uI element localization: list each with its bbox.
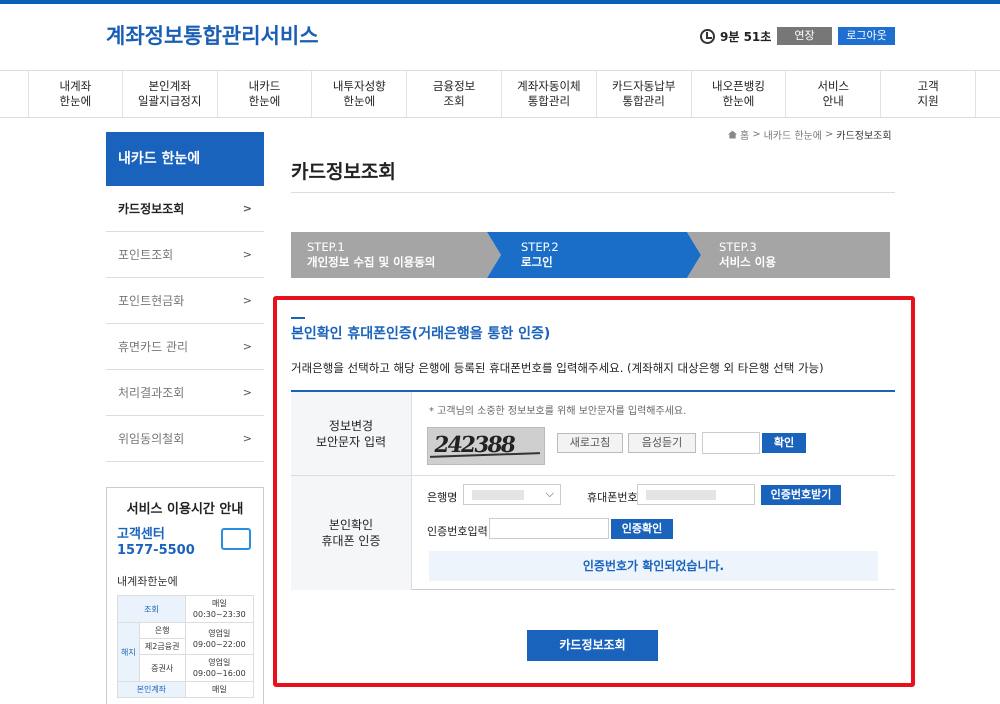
captcha-reload-button[interactable]: 새로고침: [557, 433, 623, 453]
table-cell: 은행: [138, 622, 186, 639]
chevron-right-icon: >: [242, 294, 252, 307]
step-label: 서비스 이용: [719, 255, 776, 269]
breadcrumb-home[interactable]: 홈: [740, 127, 749, 142]
gnb-item-card-auto-payment[interactable]: 카드자동납부 통합관리: [597, 71, 692, 117]
phone-input[interactable]: [637, 484, 755, 505]
service-hours-subtitle: 내계좌한눈에: [117, 575, 178, 588]
code-input[interactable]: [489, 518, 609, 539]
phone-auth-row-label: 본인확인 휴대폰 인증: [291, 476, 412, 590]
chevron-right-icon: >: [242, 386, 252, 399]
service-hours-box: 서비스 이용시간 안내 고객센터 1577-5500 내계좌한눈에 조회 매일 0…: [106, 487, 264, 704]
gnb-item-account-suspension[interactable]: 본인계좌 일괄지급정지: [123, 71, 218, 117]
masked-value: [472, 490, 524, 500]
side-nav-item-results[interactable]: 처리결과조회 >: [106, 370, 264, 416]
side-nav-item-label: 포인트조회: [118, 248, 174, 262]
table-cell: 영업일 09:00~22:00: [184, 622, 255, 655]
table-cell: 영업일 09:00~16:00: [184, 654, 255, 682]
side-nav-item-label: 처리결과조회: [118, 386, 185, 400]
step-number: STEP.1: [307, 240, 345, 254]
step-3: STEP.3 서비스 이용: [687, 232, 890, 278]
captcha-image: 242388: [427, 427, 545, 465]
side-nav-item-point-cash[interactable]: 포인트현금화 >: [106, 278, 264, 324]
service-hours-title: 서비스 이용시간 안내: [126, 502, 244, 517]
masked-value: [646, 490, 716, 500]
table-cell: 본인계좌: [117, 681, 186, 698]
side-nav-item-label: 휴면카드 관리: [118, 340, 189, 354]
side-nav-title: 내카드 한눈에: [106, 132, 264, 186]
gnb-item-my-accounts[interactable]: 내계좌 한눈에: [28, 71, 123, 117]
side-nav-item-card-info[interactable]: 카드정보조회 >: [106, 186, 264, 232]
table-cell: 조회: [117, 595, 186, 623]
side-nav: 내카드 한눈에 카드정보조회 > 포인트조회 > 포인트현금화 > 휴면카드 관…: [106, 132, 264, 462]
section-description: 거래은행을 선택하고 해당 은행에 등록된 휴대폰번호를 입력해주세요. (계좌…: [291, 361, 824, 375]
logout-button[interactable]: 로그아웃: [838, 27, 895, 45]
breadcrumb-level1[interactable]: 내카드 한눈에: [764, 127, 822, 142]
global-nav: 내계좌 한눈에 본인계좌 일괄지급정지 내카드 한눈에 내투자성향 한눈에 금융…: [0, 70, 1000, 118]
step-indicator: STEP.1 개인정보 수집 및 이용동의 STEP.2 로그인 STEP.3 …: [291, 232, 890, 278]
table-cell: 제2금융권: [138, 638, 186, 655]
side-nav-item-label: 포인트현금화: [118, 294, 185, 308]
home-icon[interactable]: [728, 130, 737, 139]
extend-session-button[interactable]: 연장: [777, 27, 832, 45]
table-cell: 증권사: [138, 654, 186, 682]
chevron-right-icon: >: [242, 202, 252, 215]
section-title: 본인확인 휴대폰인증(거래은행을 통한 인증): [291, 326, 551, 342]
step-number: STEP.2: [521, 240, 559, 254]
side-nav-item-consent-withdraw[interactable]: 위임동의철회 >: [106, 416, 264, 462]
phone-label: 휴대폰번호: [587, 491, 638, 504]
captcha-hint: * 고객님의 소중한 정보보호를 위해 보안문자를 입력해주세요.: [429, 406, 687, 417]
code-label: 인증번호입력: [427, 525, 488, 538]
bank-label: 은행명: [427, 491, 458, 504]
breadcrumb: 홈 > 내카드 한눈에 > 카드정보조회: [728, 127, 892, 142]
clock-icon: [700, 29, 715, 44]
bank-select[interactable]: ⌵: [463, 484, 561, 505]
session-timer: 9분 51초: [700, 28, 771, 45]
gnb-item-auto-transfer[interactable]: 계좌자동이체 통합관리: [502, 71, 597, 117]
side-nav-item-label: 카드정보조회: [118, 202, 185, 216]
step-2-current: STEP.2 로그인: [487, 232, 701, 278]
captcha-row-label: 정보변경 보안문자 입력: [291, 392, 412, 475]
section-accent-bar: [291, 317, 305, 319]
captcha-row: 정보변경 보안문자 입력 * 고객님의 소중한 정보보호를 위해 보안문자를 입…: [291, 392, 895, 476]
step-number: STEP.3: [719, 240, 757, 254]
captcha-input[interactable]: [702, 432, 760, 454]
auth-form-table: 정보변경 보안문자 입력 * 고객님의 소중한 정보보호를 위해 보안문자를 입…: [291, 390, 895, 590]
computer-support-icon: [221, 528, 251, 550]
site-logo[interactable]: 계좌정보통합관리서비스: [106, 20, 319, 50]
verify-code-button[interactable]: 인증확인: [611, 519, 673, 539]
captcha-confirm-button[interactable]: 확인: [762, 433, 806, 453]
table-cell: 해지: [117, 622, 140, 682]
captcha-audio-button[interactable]: 음성듣기: [628, 433, 696, 453]
session-timer-text: 9분 51초: [720, 30, 772, 44]
gnb-item-service-guide[interactable]: 서비스 안내: [786, 71, 882, 117]
table-cell: 매일 00:30~23:30: [184, 595, 255, 623]
side-nav-item-points[interactable]: 포인트조회 >: [106, 232, 264, 278]
breadcrumb-separator: >: [752, 129, 761, 140]
step-1: STEP.1 개인정보 수집 및 이용동의: [291, 232, 501, 278]
breadcrumb-separator: >: [824, 129, 834, 140]
step-label: 개인정보 수집 및 이용동의: [307, 255, 436, 269]
chevron-right-icon: >: [242, 432, 252, 445]
gnb-item-financial-info[interactable]: 금융정보 조회: [407, 71, 502, 117]
side-nav-item-label: 위임동의철회: [118, 432, 185, 446]
step-label: 로그인: [521, 255, 553, 269]
phone-auth-row: 본인확인 휴대폰 인증 은행명 ⌵ 휴대폰번호 인증번호받기 인증번호입력 인증…: [291, 476, 895, 590]
service-hours-table: 조회 매일 00:30~23:30 해지 은행 영업일 09:00~22:00 제2…: [117, 595, 255, 698]
title-divider: [291, 192, 895, 193]
side-nav-item-dormant-cards[interactable]: 휴면카드 관리 >: [106, 324, 264, 370]
gnb-item-open-banking[interactable]: 내오픈뱅킹 한눈에: [692, 71, 787, 117]
breadcrumb-current: 카드정보조회: [836, 131, 892, 142]
top-accent-bar: [0, 0, 1000, 4]
table-cell: 매일: [184, 681, 255, 698]
request-code-button[interactable]: 인증번호받기: [761, 485, 841, 505]
page-title: 카드정보조회: [291, 161, 396, 183]
gnb-item-investment-profile[interactable]: 내투자성향 한눈에: [312, 71, 408, 117]
chevron-right-icon: >: [242, 340, 252, 353]
card-info-inquiry-button[interactable]: 카드정보조회: [527, 630, 658, 661]
chevron-right-icon: >: [242, 248, 252, 261]
verification-message: 인증번호가 확인되었습니다.: [429, 551, 878, 581]
gnb-item-my-cards[interactable]: 내카드 한눈에: [218, 71, 313, 117]
chevron-down-icon: ⌵: [545, 487, 554, 500]
gnb-item-customer-support[interactable]: 고객 지원: [881, 71, 976, 117]
